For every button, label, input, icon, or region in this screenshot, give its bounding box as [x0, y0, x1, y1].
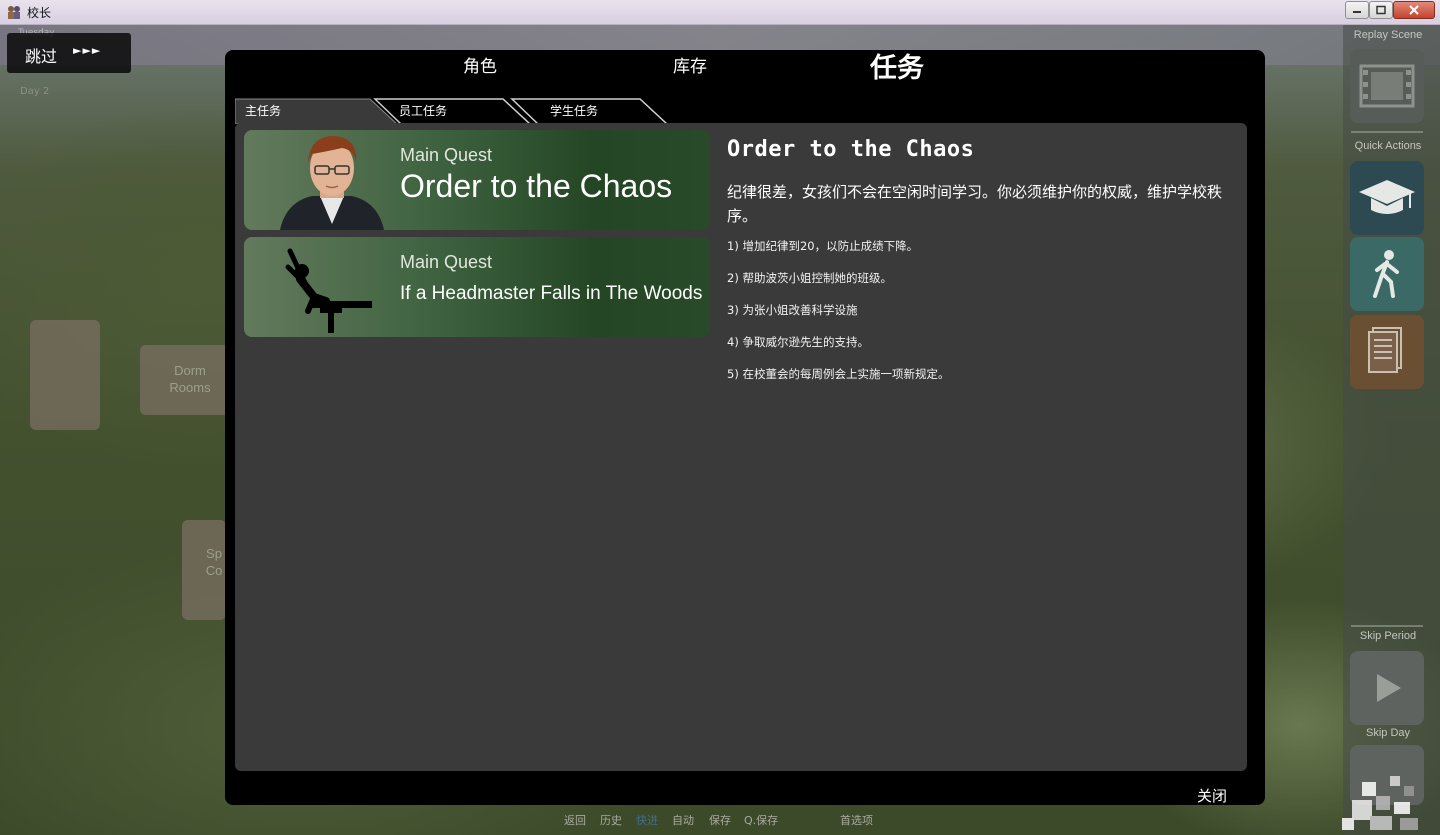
document-icon — [1368, 327, 1402, 373]
quest-detail-title: Order to the Chaos — [727, 137, 975, 162]
map-label-line: Dorm — [174, 363, 206, 378]
skip-period-button[interactable] — [1350, 651, 1424, 725]
menu-preferences[interactable]: 首选项 — [840, 812, 873, 828]
tab-quests[interactable]: 任务 — [837, 52, 957, 92]
map-label-line: Rooms — [169, 380, 211, 395]
close-icon — [1409, 5, 1419, 15]
quest-objective: 4) 争取威尔逊先生的支持。 — [727, 335, 869, 349]
quest-card[interactable]: Main Quest Order to the Chaos — [244, 130, 710, 230]
quest-content-panel: Main Quest Order to the Chaos Main Quest… — [235, 123, 1247, 771]
close-button[interactable]: 关闭 — [1197, 785, 1227, 806]
quest-detail: Order to the Chaos 纪律很差，女孩们不会在空闲时间学习。你必须… — [727, 137, 1242, 398]
close-window-button[interactable] — [1393, 1, 1435, 19]
quest-objective: 1) 增加纪律到20，以防止成绩下降。 — [727, 239, 919, 253]
map-label-sp: Sp Co — [204, 545, 224, 579]
notes-action-button[interactable] — [1350, 315, 1424, 389]
subtab-student-quests[interactable]: 学生任务 — [510, 97, 670, 124]
quest-title: Order to the Chaos — [400, 168, 673, 204]
map-label-line: Co — [205, 563, 223, 578]
quest-log-modal: 角色 库存 任务 主任务 员工任务 学生任务 Main Quest Order … — [225, 50, 1265, 805]
menu-history[interactable]: 历史 — [600, 812, 622, 828]
walk-action-button[interactable] — [1350, 237, 1424, 311]
skip-period-title: Skip Period — [1359, 630, 1417, 642]
subtab-main-label: 主任务 — [245, 104, 282, 118]
tab-characters[interactable]: 角色 — [435, 50, 525, 90]
maximize-icon — [1376, 5, 1386, 15]
quest-detail-description: 纪律很差，女孩们不会在空闲时间学习。你必须维护你的权威，维护学校秩序。 — [727, 183, 1223, 225]
pixelated-thumbnail — [1342, 776, 1418, 830]
tab-shape — [373, 98, 532, 124]
skip-label: 跳过 — [25, 47, 58, 66]
map-label-dorm: Dorm Rooms — [160, 362, 220, 396]
skip-button[interactable]: 跳过 ►►► — [7, 33, 131, 73]
replay-scene-title: Replay Scene — [1353, 29, 1423, 41]
walking-person-icon — [1373, 250, 1399, 298]
minimize-button[interactable] — [1345, 1, 1369, 19]
map-label-line: Sp — [206, 546, 222, 561]
day-label: Day 2 — [20, 86, 50, 97]
graduate-action-button[interactable] — [1350, 161, 1424, 235]
skip-arrows-icon: ►►► — [73, 44, 102, 57]
quest-type: Main Quest — [400, 252, 493, 272]
tab-inventory[interactable]: 库存 — [645, 50, 735, 90]
quest-card[interactable]: Main Quest If a Headmaster Falls in The … — [244, 237, 710, 337]
quest-type: Main Quest — [400, 145, 493, 165]
map-building — [30, 320, 100, 430]
menu-quick-save[interactable]: Q.保存 — [744, 812, 778, 828]
film-icon — [1359, 64, 1415, 108]
quest-objective: 2) 帮助波茨小姐控制她的班级。 — [727, 271, 892, 285]
app-icon — [8, 6, 20, 19]
maximize-button[interactable] — [1369, 1, 1393, 19]
minimize-icon — [1353, 11, 1361, 13]
menu-auto[interactable]: 自动 — [672, 812, 694, 828]
quest-objective: 3) 为张小姐改善科学设施 — [727, 303, 858, 317]
right-sidebar: Replay Scene Quick Actions Skip Period S… — [1343, 25, 1440, 835]
skip-day-title: Skip Day — [1365, 727, 1411, 739]
subtab-student-label: 学生任务 — [550, 104, 599, 118]
menu-back[interactable]: 返回 — [564, 812, 586, 828]
window-title: 校长 — [27, 6, 52, 20]
subtab-staff-quests[interactable]: 员工任务 — [373, 97, 533, 124]
sidebar-divider — [1351, 131, 1423, 133]
menu-skip[interactable]: 快进 — [636, 812, 658, 828]
subtab-staff-label: 员工任务 — [399, 104, 448, 118]
falling-person-icon — [285, 248, 372, 333]
quest-objective: 5) 在校董会的每周例会上实施一项新规定。 — [727, 367, 950, 381]
quest-title: If a Headmaster Falls in The Woods — [400, 283, 703, 304]
window-titlebar: 校长 — [0, 0, 1440, 25]
quick-actions-title: Quick Actions — [1354, 140, 1422, 152]
menu-save[interactable]: 保存 — [709, 812, 731, 828]
portrait-icon — [280, 136, 384, 230]
play-icon — [1377, 674, 1401, 702]
sidebar-divider — [1351, 625, 1423, 627]
replay-scene-button[interactable] — [1350, 49, 1424, 123]
graduation-cap-icon — [1359, 180, 1415, 214]
